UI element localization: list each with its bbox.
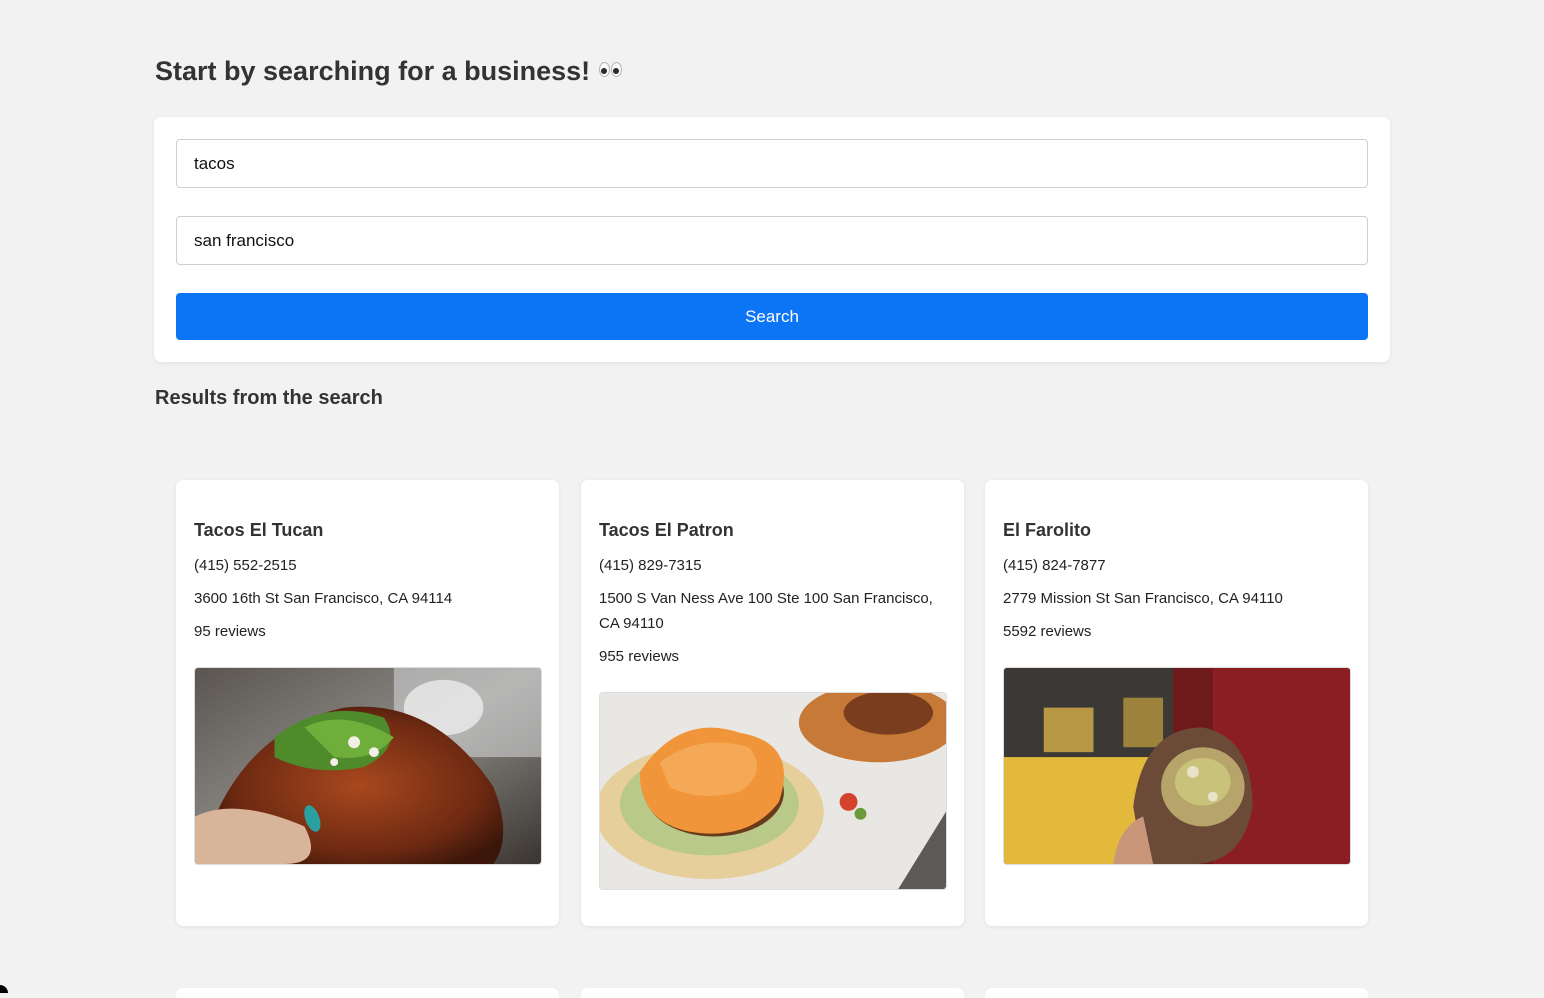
page-title-text: Start by searching for a business! [155,56,591,86]
business-address: 3600 16th St San Francisco, CA 94114 [194,590,453,607]
eyes-icon [599,62,623,77]
business-card[interactable]: Tacos El Tucan (415) 552-2515 3600 16th … [176,480,559,926]
business-phone: (415) 829-7315 [599,557,702,574]
result-card-partial [581,988,964,998]
business-card[interactable]: El Farolito (415) 824-7877 2779 Mission … [985,480,1368,926]
business-photo [599,692,947,890]
business-reviews: 95 reviews [194,623,266,640]
business-name: Tacos El Tucan [194,520,324,540]
results-heading: Results from the search [155,387,383,409]
business-photo [194,667,542,865]
business-phone: (415) 552-2515 [194,557,297,574]
window-corner [0,985,8,993]
search-button[interactable]: Search [176,293,1368,340]
business-reviews: 5592 reviews [1003,623,1092,640]
business-card[interactable]: Tacos El Patron (415) 829-7315 1500 S Va… [581,480,964,926]
business-address: 1500 S Van Ness Ave 100 Ste 100 San Fran… [599,590,933,632]
business-reviews: 955 reviews [599,648,680,665]
business-photo [1003,667,1351,865]
business-address: 2779 Mission St San Francisco, CA 94110 [1003,590,1283,607]
result-card-partial [176,988,559,998]
business-name: Tacos El Patron [599,520,734,540]
result-card-partial [985,988,1368,998]
business-name: El Farolito [1003,520,1092,540]
search-term-input[interactable] [176,139,1368,188]
search-form: Search [154,117,1390,362]
page-title: Start by searching for a business! [155,56,623,87]
business-phone: (415) 824-7877 [1003,557,1106,574]
search-location-input[interactable] [176,216,1368,265]
